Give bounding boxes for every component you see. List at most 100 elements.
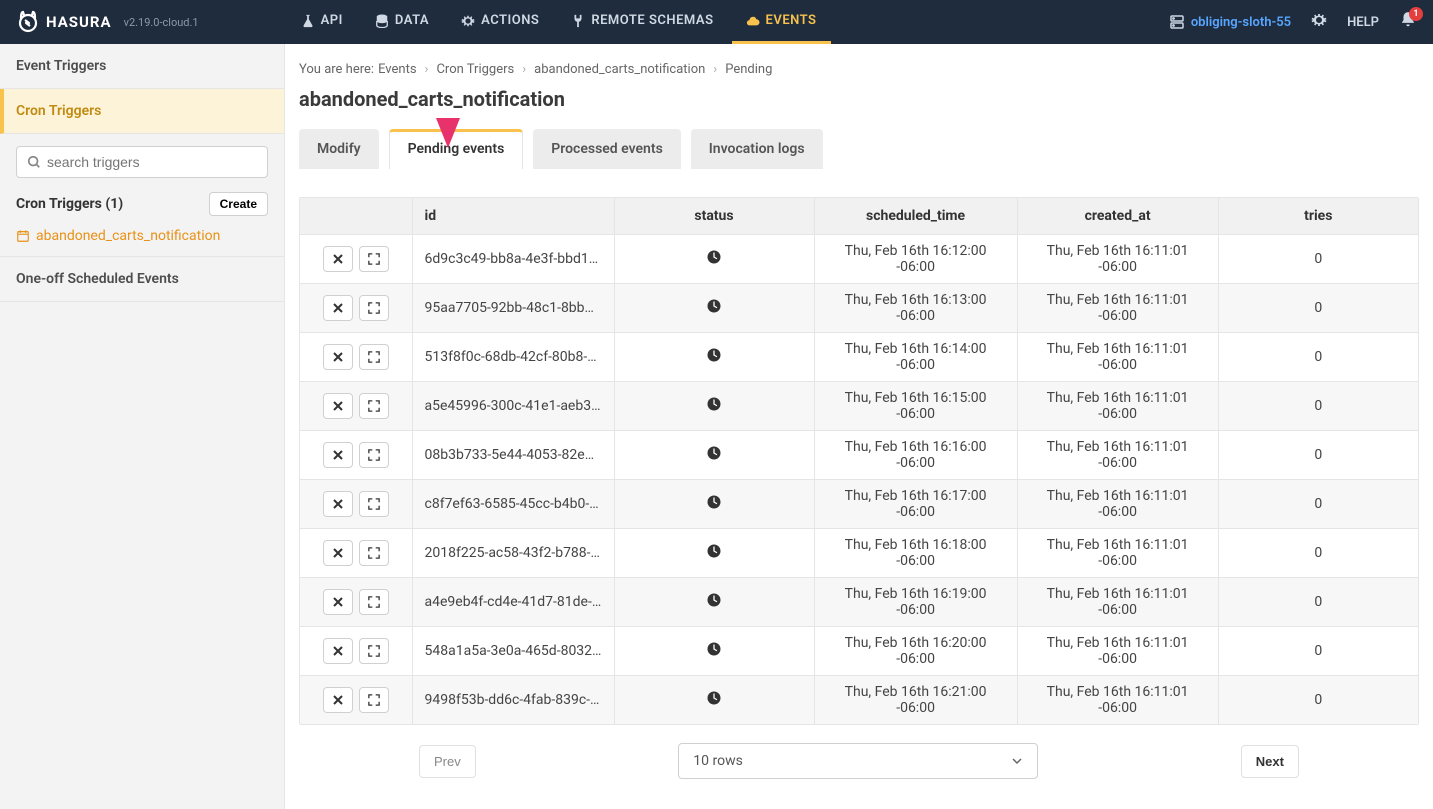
clock-icon (707, 350, 721, 366)
gear-icon (1311, 12, 1327, 28)
expand-event-button[interactable] (359, 344, 389, 370)
delete-event-button[interactable] (323, 246, 353, 272)
cell-scheduled: Thu, Feb 16th 16:21:00 -06:00 (814, 676, 1017, 725)
nav-tab-remote[interactable]: REMOTE SCHEMAS (557, 0, 727, 44)
delete-event-button[interactable] (323, 295, 353, 321)
nav-tab-data[interactable]: DATA (361, 0, 443, 44)
database-icon (375, 14, 389, 28)
next-button[interactable]: Next (1241, 745, 1299, 778)
subtab-modify[interactable]: Modify (299, 129, 379, 169)
breadcrumb: You are here: Events › Cron Triggers › a… (299, 62, 1419, 77)
breadcrumb-events[interactable]: Events (378, 62, 416, 77)
cell-tries: 0 (1218, 529, 1418, 578)
notifications-button[interactable]: 1 (1399, 11, 1417, 33)
help-link[interactable]: HELP (1347, 15, 1379, 30)
expand-event-button[interactable] (359, 589, 389, 615)
logo[interactable]: HASURA (16, 10, 112, 34)
expand-event-button[interactable] (359, 295, 389, 321)
clock-icon (707, 448, 721, 464)
cell-status (614, 578, 814, 627)
project-link[interactable]: obliging-sloth-55 (1169, 14, 1291, 30)
cell-created: Thu, Feb 16th 16:11:01 -06:00 (1017, 578, 1218, 627)
clock-icon (707, 546, 721, 562)
col-id[interactable]: id (412, 198, 614, 235)
clock-icon (707, 497, 721, 513)
page-title: abandoned_carts_notification (299, 87, 1419, 111)
delete-event-button[interactable] (323, 344, 353, 370)
breadcrumb-cron[interactable]: Cron Triggers (436, 62, 514, 77)
col-tries[interactable]: tries (1218, 198, 1418, 235)
breadcrumb-pending: Pending (725, 62, 772, 77)
cloud-icon (746, 14, 760, 28)
search-triggers-input[interactable] (16, 146, 268, 178)
expand-event-button[interactable] (359, 491, 389, 517)
cell-scheduled: Thu, Feb 16th 16:13:00 -06:00 (814, 284, 1017, 333)
col-created[interactable]: created_at (1017, 198, 1218, 235)
expand-event-button[interactable] (359, 393, 389, 419)
cell-status (614, 627, 814, 676)
search-field[interactable] (47, 154, 257, 170)
expand-event-button[interactable] (359, 442, 389, 468)
create-trigger-button[interactable]: Create (209, 192, 268, 216)
expand-event-button[interactable] (359, 638, 389, 664)
cell-scheduled: Thu, Feb 16th 16:15:00 -06:00 (814, 382, 1017, 431)
hasura-logo-icon (16, 10, 40, 34)
clock-icon (707, 252, 721, 268)
cell-created: Thu, Feb 16th 16:11:01 -06:00 (1017, 235, 1218, 284)
table-row: a5e45996-300c-41e1-aeb3-570e…Thu, Feb 16… (300, 382, 1418, 431)
delete-event-button[interactable] (323, 442, 353, 468)
sidebar-item-cron-triggers[interactable]: Cron Triggers (0, 89, 284, 134)
cell-status (614, 676, 814, 725)
expand-event-button[interactable] (359, 687, 389, 713)
cell-id: a4e9eb4f-cd4e-41d7-81de-7d270… (412, 578, 614, 627)
subtab-logs[interactable]: Invocation logs (691, 129, 823, 169)
cell-status (614, 382, 814, 431)
col-scheduled[interactable]: scheduled_time (814, 198, 1017, 235)
delete-event-button[interactable] (323, 638, 353, 664)
delete-event-button[interactable] (323, 589, 353, 615)
prev-button[interactable]: Prev (419, 745, 476, 778)
sidebar-item-event-triggers[interactable]: Event Triggers (0, 44, 284, 89)
cell-id: 08b3b733-5e44-4053-82e6-bd7… (412, 431, 614, 480)
top-navbar: HASURA v2.19.0-cloud.1 API DATA ACTIONS … (0, 0, 1433, 44)
cell-id: 9498f53b-dd6c-4fab-839c-61ef9… (412, 676, 614, 725)
table-row: 08b3b733-5e44-4053-82e6-bd7… Thu, Feb 16t… (300, 431, 1418, 480)
cell-scheduled: Thu, Feb 16th 16:14:00 -06:00 (814, 333, 1017, 382)
nav-tab-api[interactable]: API (287, 0, 357, 44)
delete-event-button[interactable] (323, 393, 353, 419)
plug-icon (571, 14, 585, 28)
rows-per-page-select[interactable]: 10 rows (678, 743, 1038, 779)
expand-event-button[interactable] (359, 540, 389, 566)
nav-left: HASURA v2.19.0-cloud.1 API DATA ACTIONS … (16, 0, 831, 44)
main-content: You are here: Events › Cron Triggers › a… (285, 44, 1433, 809)
col-status[interactable]: status (614, 198, 814, 235)
settings-button[interactable] (1311, 12, 1327, 32)
server-icon (1169, 14, 1185, 30)
sidebar: Event Triggers Cron Triggers Cron Trigge… (0, 44, 285, 809)
subtab-pending[interactable]: Pending events (389, 129, 524, 169)
expand-event-button[interactable] (359, 246, 389, 272)
nav-tab-actions[interactable]: ACTIONS (447, 0, 553, 44)
notification-badge: 1 (1409, 7, 1423, 21)
nav-tab-events[interactable]: EVENTS (732, 0, 831, 44)
cell-created: Thu, Feb 16th 16:11:01 -06:00 (1017, 333, 1218, 382)
cell-scheduled: Thu, Feb 16th 16:12:00 -06:00 (814, 235, 1017, 284)
cell-tries: 0 (1218, 480, 1418, 529)
cell-tries: 0 (1218, 382, 1418, 431)
delete-event-button[interactable] (323, 540, 353, 566)
cell-tries: 0 (1218, 284, 1418, 333)
delete-event-button[interactable] (323, 687, 353, 713)
trigger-item-abandoned-carts[interactable]: abandoned_carts_notification (16, 228, 268, 244)
cell-status (614, 333, 814, 382)
breadcrumb-trigger[interactable]: abandoned_carts_notification (534, 62, 705, 77)
cell-scheduled: Thu, Feb 16th 16:18:00 -06:00 (814, 529, 1017, 578)
cell-tries: 0 (1218, 627, 1418, 676)
cell-scheduled: Thu, Feb 16th 16:20:00 -06:00 (814, 627, 1017, 676)
cell-id: 513f8f0c-68db-42cf-80b8-2f84b… (412, 333, 614, 382)
cell-created: Thu, Feb 16th 16:11:01 -06:00 (1017, 431, 1218, 480)
cell-scheduled: Thu, Feb 16th 16:16:00 -06:00 (814, 431, 1017, 480)
subtab-processed[interactable]: Processed events (533, 129, 681, 169)
sidebar-item-oneoff[interactable]: One-off Scheduled Events (0, 256, 284, 302)
delete-event-button[interactable] (323, 491, 353, 517)
search-icon (27, 155, 41, 169)
